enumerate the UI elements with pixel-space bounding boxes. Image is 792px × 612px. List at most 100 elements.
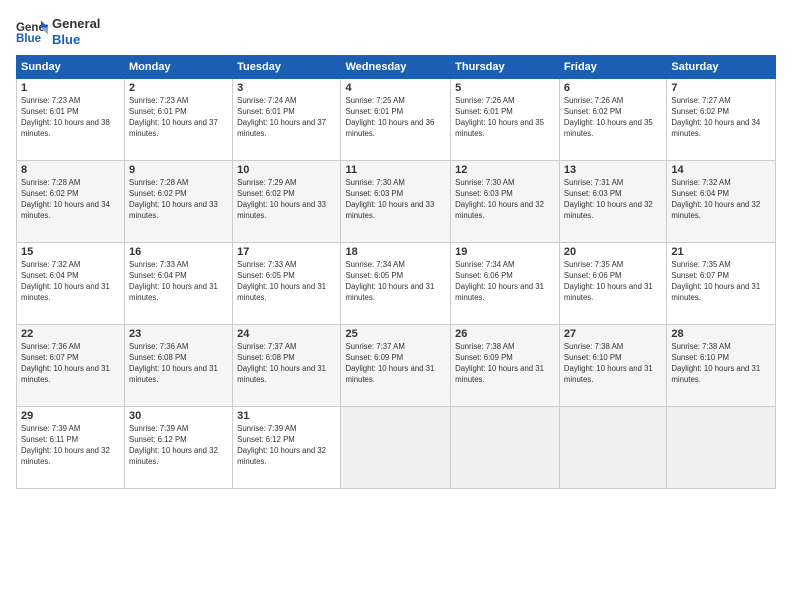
week-row-2: 8 Sunrise: 7:28 AM Sunset: 6:02 PM Dayli… — [17, 161, 776, 243]
weekday-header-sunday: Sunday — [17, 56, 125, 79]
week-row-5: 29 Sunrise: 7:39 AM Sunset: 6:11 PM Dayl… — [17, 407, 776, 489]
day-info: Sunrise: 7:29 AM Sunset: 6:02 PM Dayligh… — [237, 178, 336, 222]
calendar-cell: 28 Sunrise: 7:38 AM Sunset: 6:10 PM Dayl… — [667, 325, 776, 407]
logo-general: General — [52, 16, 100, 32]
calendar-cell: 12 Sunrise: 7:30 AM Sunset: 6:03 PM Dayl… — [451, 161, 560, 243]
calendar-cell: 22 Sunrise: 7:36 AM Sunset: 6:07 PM Dayl… — [17, 325, 125, 407]
calendar-cell: 11 Sunrise: 7:30 AM Sunset: 6:03 PM Dayl… — [341, 161, 451, 243]
day-info: Sunrise: 7:23 AM Sunset: 6:01 PM Dayligh… — [129, 96, 228, 140]
day-number: 14 — [671, 164, 771, 176]
calendar-cell: 1 Sunrise: 7:23 AM Sunset: 6:01 PM Dayli… — [17, 79, 125, 161]
calendar-cell: 3 Sunrise: 7:24 AM Sunset: 6:01 PM Dayli… — [233, 79, 341, 161]
calendar-cell: 25 Sunrise: 7:37 AM Sunset: 6:09 PM Dayl… — [341, 325, 451, 407]
calendar-cell: 7 Sunrise: 7:27 AM Sunset: 6:02 PM Dayli… — [667, 79, 776, 161]
day-number: 31 — [237, 410, 336, 422]
day-number: 3 — [237, 82, 336, 94]
day-number: 11 — [345, 164, 446, 176]
calendar-cell: 13 Sunrise: 7:31 AM Sunset: 6:03 PM Dayl… — [559, 161, 666, 243]
calendar-cell — [559, 407, 666, 489]
day-number: 2 — [129, 82, 228, 94]
day-info: Sunrise: 7:38 AM Sunset: 6:09 PM Dayligh… — [455, 342, 555, 386]
calendar-cell: 15 Sunrise: 7:32 AM Sunset: 6:04 PM Dayl… — [17, 243, 125, 325]
weekday-header-friday: Friday — [559, 56, 666, 79]
day-info: Sunrise: 7:34 AM Sunset: 6:06 PM Dayligh… — [455, 260, 555, 304]
calendar-cell — [451, 407, 560, 489]
day-info: Sunrise: 7:28 AM Sunset: 6:02 PM Dayligh… — [129, 178, 228, 222]
day-info: Sunrise: 7:32 AM Sunset: 6:04 PM Dayligh… — [671, 178, 771, 222]
calendar-cell — [341, 407, 451, 489]
day-number: 1 — [21, 82, 120, 94]
day-info: Sunrise: 7:33 AM Sunset: 6:05 PM Dayligh… — [237, 260, 336, 304]
calendar-cell: 2 Sunrise: 7:23 AM Sunset: 6:01 PM Dayli… — [125, 79, 233, 161]
header: General Blue General Blue — [16, 16, 776, 47]
day-number: 13 — [564, 164, 662, 176]
calendar-cell: 24 Sunrise: 7:37 AM Sunset: 6:08 PM Dayl… — [233, 325, 341, 407]
day-info: Sunrise: 7:26 AM Sunset: 6:01 PM Dayligh… — [455, 96, 555, 140]
calendar-cell: 23 Sunrise: 7:36 AM Sunset: 6:08 PM Dayl… — [125, 325, 233, 407]
day-info: Sunrise: 7:27 AM Sunset: 6:02 PM Dayligh… — [671, 96, 771, 140]
calendar-cell: 14 Sunrise: 7:32 AM Sunset: 6:04 PM Dayl… — [667, 161, 776, 243]
calendar-cell: 19 Sunrise: 7:34 AM Sunset: 6:06 PM Dayl… — [451, 243, 560, 325]
day-info: Sunrise: 7:33 AM Sunset: 6:04 PM Dayligh… — [129, 260, 228, 304]
calendar-cell: 17 Sunrise: 7:33 AM Sunset: 6:05 PM Dayl… — [233, 243, 341, 325]
day-number: 6 — [564, 82, 662, 94]
day-number: 28 — [671, 328, 771, 340]
logo: General Blue General Blue — [16, 16, 100, 47]
weekday-header-saturday: Saturday — [667, 56, 776, 79]
day-info: Sunrise: 7:35 AM Sunset: 6:07 PM Dayligh… — [671, 260, 771, 304]
day-number: 8 — [21, 164, 120, 176]
calendar-table: SundayMondayTuesdayWednesdayThursdayFrid… — [16, 55, 776, 489]
day-number: 10 — [237, 164, 336, 176]
calendar-cell: 29 Sunrise: 7:39 AM Sunset: 6:11 PM Dayl… — [17, 407, 125, 489]
day-number: 4 — [345, 82, 446, 94]
weekday-header-row: SundayMondayTuesdayWednesdayThursdayFrid… — [17, 56, 776, 79]
day-info: Sunrise: 7:38 AM Sunset: 6:10 PM Dayligh… — [671, 342, 771, 386]
day-number: 25 — [345, 328, 446, 340]
day-number: 20 — [564, 246, 662, 258]
day-number: 17 — [237, 246, 336, 258]
day-number: 5 — [455, 82, 555, 94]
day-info: Sunrise: 7:36 AM Sunset: 6:07 PM Dayligh… — [21, 342, 120, 386]
day-number: 19 — [455, 246, 555, 258]
calendar-cell: 10 Sunrise: 7:29 AM Sunset: 6:02 PM Dayl… — [233, 161, 341, 243]
day-info: Sunrise: 7:23 AM Sunset: 6:01 PM Dayligh… — [21, 96, 120, 140]
day-number: 16 — [129, 246, 228, 258]
day-info: Sunrise: 7:32 AM Sunset: 6:04 PM Dayligh… — [21, 260, 120, 304]
day-info: Sunrise: 7:37 AM Sunset: 6:08 PM Dayligh… — [237, 342, 336, 386]
day-info: Sunrise: 7:26 AM Sunset: 6:02 PM Dayligh… — [564, 96, 662, 140]
calendar-container: General Blue General Blue SundayMondayTu… — [0, 0, 792, 612]
calendar-cell: 8 Sunrise: 7:28 AM Sunset: 6:02 PM Dayli… — [17, 161, 125, 243]
calendar-cell: 27 Sunrise: 7:38 AM Sunset: 6:10 PM Dayl… — [559, 325, 666, 407]
calendar-cell: 30 Sunrise: 7:39 AM Sunset: 6:12 PM Dayl… — [125, 407, 233, 489]
day-number: 18 — [345, 246, 446, 258]
calendar-cell: 6 Sunrise: 7:26 AM Sunset: 6:02 PM Dayli… — [559, 79, 666, 161]
day-info: Sunrise: 7:30 AM Sunset: 6:03 PM Dayligh… — [455, 178, 555, 222]
weekday-header-tuesday: Tuesday — [233, 56, 341, 79]
day-info: Sunrise: 7:24 AM Sunset: 6:01 PM Dayligh… — [237, 96, 336, 140]
day-number: 24 — [237, 328, 336, 340]
day-info: Sunrise: 7:39 AM Sunset: 6:12 PM Dayligh… — [237, 424, 336, 468]
day-number: 23 — [129, 328, 228, 340]
day-info: Sunrise: 7:39 AM Sunset: 6:11 PM Dayligh… — [21, 424, 120, 468]
day-info: Sunrise: 7:35 AM Sunset: 6:06 PM Dayligh… — [564, 260, 662, 304]
day-number: 30 — [129, 410, 228, 422]
day-info: Sunrise: 7:38 AM Sunset: 6:10 PM Dayligh… — [564, 342, 662, 386]
calendar-cell: 5 Sunrise: 7:26 AM Sunset: 6:01 PM Dayli… — [451, 79, 560, 161]
week-row-4: 22 Sunrise: 7:36 AM Sunset: 6:07 PM Dayl… — [17, 325, 776, 407]
day-number: 29 — [21, 410, 120, 422]
weekday-header-monday: Monday — [125, 56, 233, 79]
svg-text:Blue: Blue — [16, 32, 42, 44]
day-number: 22 — [21, 328, 120, 340]
day-number: 7 — [671, 82, 771, 94]
day-info: Sunrise: 7:25 AM Sunset: 6:01 PM Dayligh… — [345, 96, 446, 140]
day-number: 21 — [671, 246, 771, 258]
logo-icon: General Blue — [16, 18, 48, 46]
day-number: 9 — [129, 164, 228, 176]
weekday-header-wednesday: Wednesday — [341, 56, 451, 79]
day-info: Sunrise: 7:30 AM Sunset: 6:03 PM Dayligh… — [345, 178, 446, 222]
calendar-cell: 31 Sunrise: 7:39 AM Sunset: 6:12 PM Dayl… — [233, 407, 341, 489]
logo-blue: Blue — [52, 32, 100, 48]
calendar-cell: 21 Sunrise: 7:35 AM Sunset: 6:07 PM Dayl… — [667, 243, 776, 325]
day-info: Sunrise: 7:36 AM Sunset: 6:08 PM Dayligh… — [129, 342, 228, 386]
calendar-cell: 9 Sunrise: 7:28 AM Sunset: 6:02 PM Dayli… — [125, 161, 233, 243]
